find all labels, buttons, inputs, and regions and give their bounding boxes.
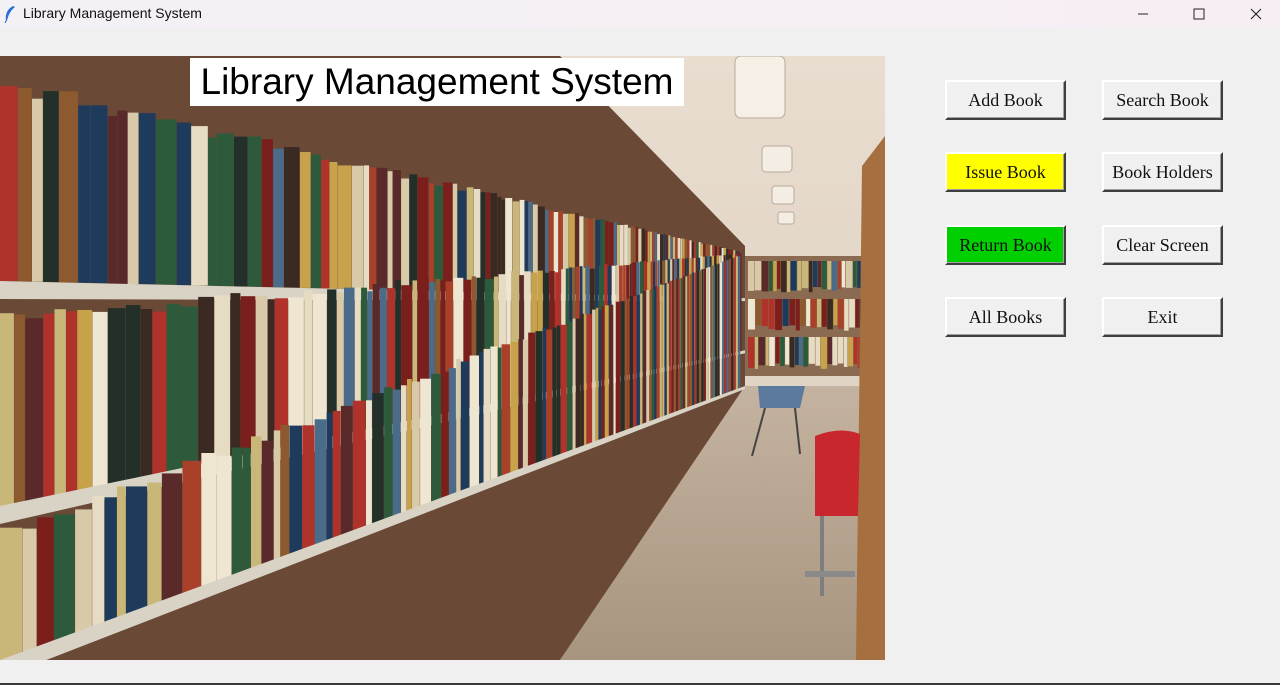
window-titlebar[interactable]: Library Management System <box>0 0 1280 28</box>
feather-icon <box>3 5 17 24</box>
minimize-button[interactable] <box>1115 0 1171 28</box>
all-books-button[interactable]: All Books <box>945 297 1066 337</box>
window-title: Library Management System <box>23 5 202 21</box>
app-banner-title: Library Management System <box>190 58 684 106</box>
background-canvas <box>0 56 885 660</box>
search-book-button[interactable]: Search Book <box>1102 80 1223 120</box>
minimize-icon <box>1138 13 1148 15</box>
close-button[interactable] <box>1228 0 1280 28</box>
book-holders-button[interactable]: Book Holders <box>1102 152 1223 192</box>
add-book-button[interactable]: Add Book <box>945 80 1066 120</box>
close-icon <box>1250 8 1262 20</box>
return-book-button[interactable]: Return Book <box>945 225 1066 265</box>
main-window-client: Library Management System Add Book Searc… <box>0 32 1280 685</box>
maximize-icon <box>1193 8 1205 20</box>
clear-screen-button[interactable]: Clear Screen <box>1102 225 1223 265</box>
issue-book-button[interactable]: Issue Book <box>945 152 1066 192</box>
library-bookshelves-image <box>0 56 885 660</box>
exit-button[interactable]: Exit <box>1102 297 1223 337</box>
maximize-button[interactable] <box>1171 0 1227 28</box>
